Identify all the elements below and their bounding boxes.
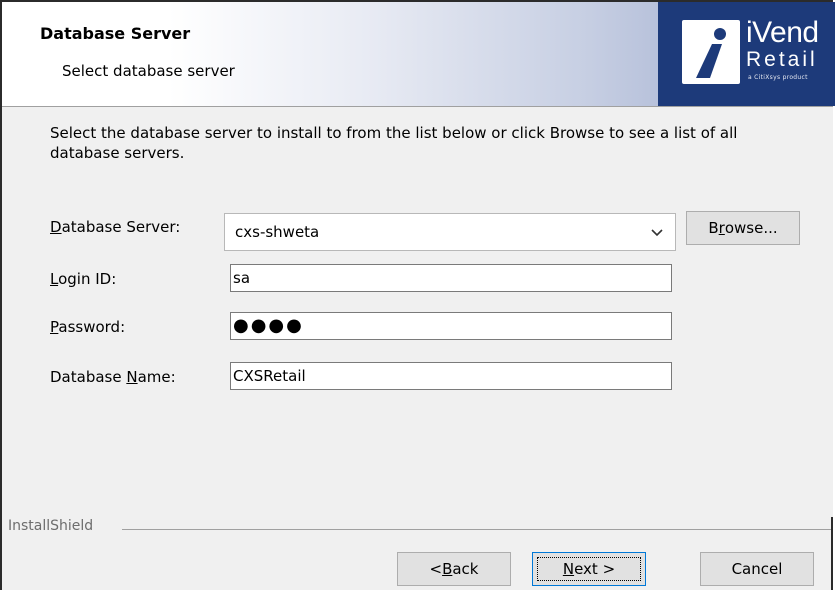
cancel-button[interactable]: Cancel xyxy=(700,552,814,586)
next-button[interactable]: Next > xyxy=(532,552,646,586)
browse-button[interactable]: Br owse... xyxy=(686,211,800,245)
database-server-value: cxs-shweta xyxy=(235,223,320,241)
logo-tagline: a CitiXsys product xyxy=(748,74,808,81)
ivend-i-logo-icon xyxy=(682,20,740,84)
password-label: Password: xyxy=(50,318,126,336)
installer-window: Database Server Select database server i… xyxy=(0,0,835,590)
page-subtitle: Select database server xyxy=(62,62,235,80)
dialog-content: Select the database server to install to… xyxy=(2,107,833,517)
description-text: Select the database server to install to… xyxy=(50,124,738,162)
installshield-brand: InstallShield xyxy=(8,518,94,534)
ivend-logo: iVend Retail a CitiXsys product xyxy=(658,2,835,106)
focus-rectangle xyxy=(537,557,641,581)
database-server-combobox[interactable]: cxs-shweta xyxy=(224,213,676,251)
password-input[interactable]: ●●●● xyxy=(230,312,672,340)
database-server-label: Database Server: xyxy=(50,218,181,236)
login-id-input[interactable]: sa xyxy=(230,264,672,292)
header-banner: Database Server Select database server i… xyxy=(2,2,835,107)
database-name-input[interactable]: CXSRetail xyxy=(230,362,672,390)
logo-text-ivend: iVend xyxy=(746,16,819,49)
chevron-down-icon[interactable] xyxy=(651,225,663,243)
login-id-label: Login ID: xyxy=(50,270,117,288)
back-button[interactable]: < Back xyxy=(397,552,511,586)
page-title: Database Server xyxy=(40,24,191,43)
logo-text-retail: Retail xyxy=(746,48,818,71)
footer-divider xyxy=(122,529,831,530)
database-name-label: Database Name: xyxy=(50,368,176,386)
